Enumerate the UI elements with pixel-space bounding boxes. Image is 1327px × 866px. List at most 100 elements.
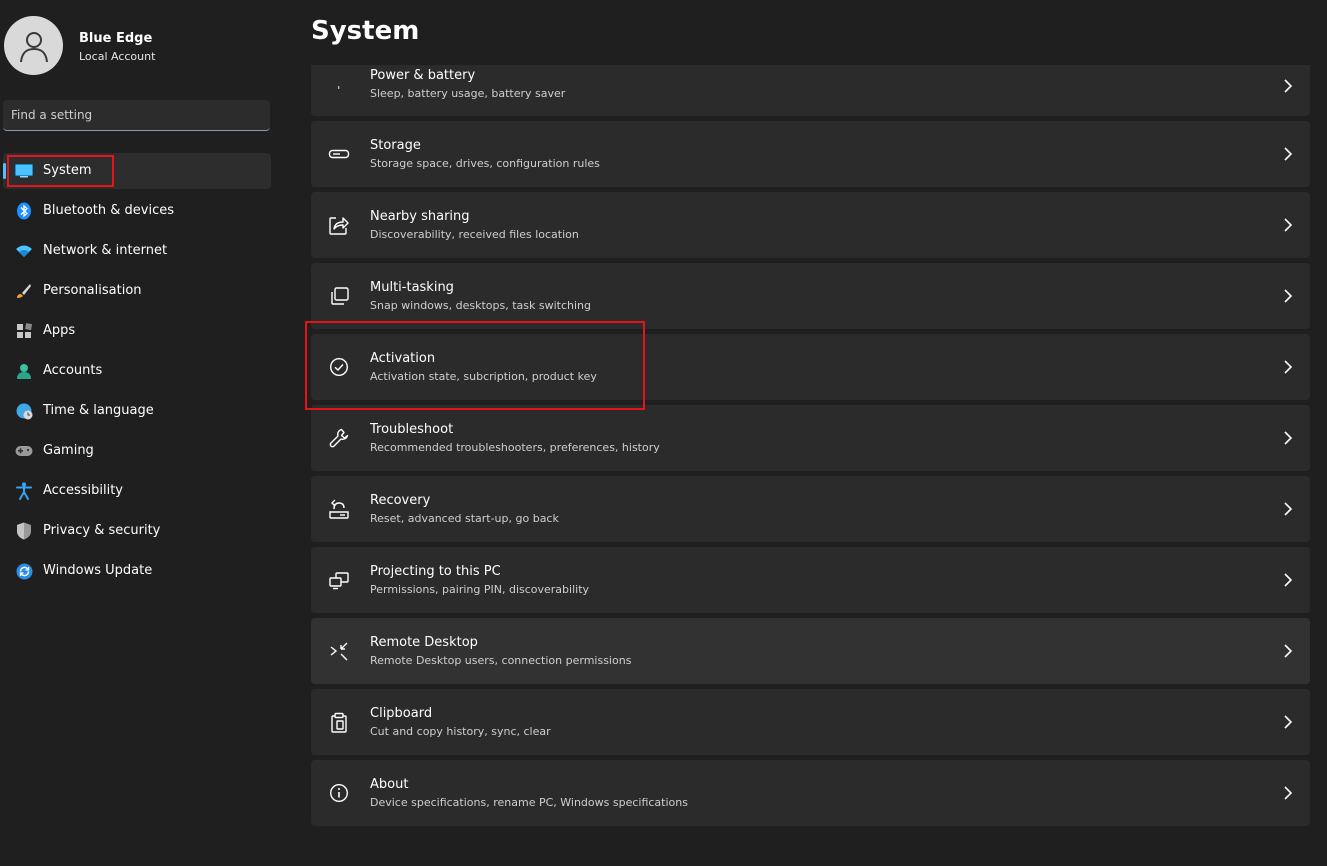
person-icon — [19, 31, 48, 62]
settings-item-title: Storage — [370, 138, 421, 153]
wrench-icon — [328, 427, 350, 449]
accessibility-icon — [15, 482, 33, 500]
settings-item-subtitle: Activation state, subcription, product k… — [370, 370, 597, 383]
chevron-right-icon — [1282, 785, 1294, 801]
settings-item-title: Activation — [370, 351, 436, 366]
settings-item-about[interactable]: About Device specifications, rename PC, … — [311, 760, 1310, 826]
settings-item-recovery[interactable]: Recovery Reset, advanced start-up, go ba… — [311, 476, 1310, 542]
sidebar-item-label: Windows Update — [43, 563, 153, 578]
settings-item-title: Multi-tasking — [370, 280, 454, 295]
projecting-icon — [328, 569, 350, 591]
recovery-icon — [328, 498, 350, 520]
settings-item-remote-desktop[interactable]: Remote Desktop Remote Desktop users, con… — [311, 618, 1310, 684]
settings-item-title: Projecting to this PC — [370, 564, 501, 579]
search-input[interactable] — [3, 100, 270, 130]
sidebar-item-windows-update[interactable]: Windows Update — [3, 553, 271, 589]
page-title: System — [311, 16, 420, 46]
settings-item-multitasking[interactable]: Multi-tasking Snap windows, desktops, ta… — [311, 263, 1310, 329]
sidebar-item-label: Privacy & security — [43, 523, 161, 538]
settings-item-title: Remote Desktop — [370, 635, 478, 650]
clipboard-icon — [328, 711, 350, 733]
avatar[interactable] — [4, 16, 63, 75]
settings-item-activation[interactable]: Activation Activation state, subcription… — [311, 334, 1310, 400]
settings-item-title: Clipboard — [370, 706, 433, 721]
sidebar-item-label: Accounts — [43, 363, 103, 378]
chevron-right-icon — [1282, 359, 1294, 375]
gamepad-icon — [15, 442, 33, 460]
settings-item-projecting[interactable]: Projecting to this PC Permissions, pairi… — [311, 547, 1310, 613]
system-display-icon — [15, 162, 33, 180]
power-icon — [328, 77, 350, 99]
sidebar-item-bluetooth[interactable]: Bluetooth & devices — [3, 193, 271, 229]
settings-item-subtitle: Storage space, drives, configuration rul… — [370, 157, 600, 170]
sidebar-item-label: Accessibility — [43, 483, 123, 498]
shield-icon — [15, 522, 33, 540]
update-icon — [15, 562, 33, 580]
settings-item-subtitle: Reset, advanced start-up, go back — [370, 512, 559, 525]
sidebar-item-personalisation[interactable]: Personalisation — [3, 273, 271, 309]
info-icon — [328, 782, 350, 804]
chevron-right-icon — [1282, 430, 1294, 446]
multitasking-icon — [328, 285, 350, 307]
sidebar-nav: System Bluetooth & devices Network & int… — [3, 153, 271, 593]
sidebar-item-label: Time & language — [43, 403, 154, 418]
sidebar-item-apps[interactable]: Apps — [3, 313, 271, 349]
sidebar-item-time-language[interactable]: Time & language — [3, 393, 271, 429]
sidebar: Blue Edge Local Account System Bluetooth… — [0, 0, 290, 866]
sidebar-item-label: Personalisation — [43, 283, 142, 298]
wifi-icon — [15, 242, 33, 260]
settings-item-subtitle: Recommended troubleshooters, preferences… — [370, 441, 660, 454]
settings-item-clipboard[interactable]: Clipboard Cut and copy history, sync, cl… — [311, 689, 1310, 755]
settings-item-title: About — [370, 777, 409, 792]
chevron-right-icon — [1282, 501, 1294, 517]
settings-item-title: Troubleshoot — [370, 422, 454, 437]
settings-item-nearby-sharing[interactable]: Nearby sharing Discoverability, received… — [311, 192, 1310, 258]
sidebar-item-label: System — [43, 163, 92, 178]
user-profile[interactable]: Blue Edge Local Account — [4, 16, 284, 76]
person-icon — [15, 362, 33, 380]
chevron-right-icon — [1282, 572, 1294, 588]
sidebar-item-privacy-security[interactable]: Privacy & security — [3, 513, 271, 549]
check-circle-icon — [328, 356, 350, 378]
sidebar-item-label: Apps — [43, 323, 76, 338]
chevron-right-icon — [1282, 78, 1294, 94]
apps-icon — [15, 322, 33, 340]
storage-drive-icon — [328, 143, 350, 165]
settings-item-subtitle: Permissions, pairing PIN, discoverabilit… — [370, 583, 590, 596]
sidebar-item-accessibility[interactable]: Accessibility — [3, 473, 271, 509]
sidebar-item-label: Network & internet — [43, 243, 168, 258]
settings-item-subtitle: Sleep, battery usage, battery saver — [370, 87, 566, 100]
settings-item-subtitle: Snap windows, desktops, task switching — [370, 299, 592, 312]
settings-item-subtitle: Cut and copy history, sync, clear — [370, 725, 551, 738]
sidebar-item-gaming[interactable]: Gaming — [3, 433, 271, 469]
bluetooth-icon — [15, 202, 33, 220]
search-box[interactable] — [3, 100, 270, 131]
chevron-right-icon — [1282, 217, 1294, 233]
sidebar-item-accounts[interactable]: Accounts — [3, 353, 271, 389]
settings-item-subtitle: Discoverability, received files location — [370, 228, 579, 241]
settings-window: Blue Edge Local Account System Bluetooth… — [0, 0, 1327, 866]
remote-desktop-icon — [328, 640, 350, 662]
settings-item-title: Power & battery — [370, 68, 476, 83]
sidebar-item-system[interactable]: System — [3, 153, 271, 189]
settings-item-title: Recovery — [370, 493, 431, 508]
sidebar-item-label: Bluetooth & devices — [43, 203, 174, 218]
settings-item-title: Nearby sharing — [370, 209, 470, 224]
settings-item-troubleshoot[interactable]: Troubleshoot Recommended troubleshooters… — [311, 405, 1310, 471]
chevron-right-icon — [1282, 146, 1294, 162]
settings-item-subtitle: Remote Desktop users, connection permiss… — [370, 654, 632, 667]
chevron-right-icon — [1282, 643, 1294, 659]
settings-item-subtitle: Device specifications, rename PC, Window… — [370, 796, 688, 809]
globe-clock-icon — [15, 402, 33, 420]
settings-list: Power & battery Sleep, battery usage, ba… — [311, 65, 1310, 831]
profile-account-type: Local Account — [79, 50, 156, 63]
brush-icon — [15, 282, 33, 300]
share-icon — [328, 214, 350, 236]
sidebar-item-label: Gaming — [43, 443, 94, 458]
sidebar-item-network[interactable]: Network & internet — [3, 233, 271, 269]
chevron-right-icon — [1282, 714, 1294, 730]
chevron-right-icon — [1282, 288, 1294, 304]
settings-item-power-battery[interactable]: Power & battery Sleep, battery usage, ba… — [311, 65, 1310, 116]
settings-item-storage[interactable]: Storage Storage space, drives, configura… — [311, 121, 1310, 187]
profile-name: Blue Edge — [79, 31, 153, 46]
